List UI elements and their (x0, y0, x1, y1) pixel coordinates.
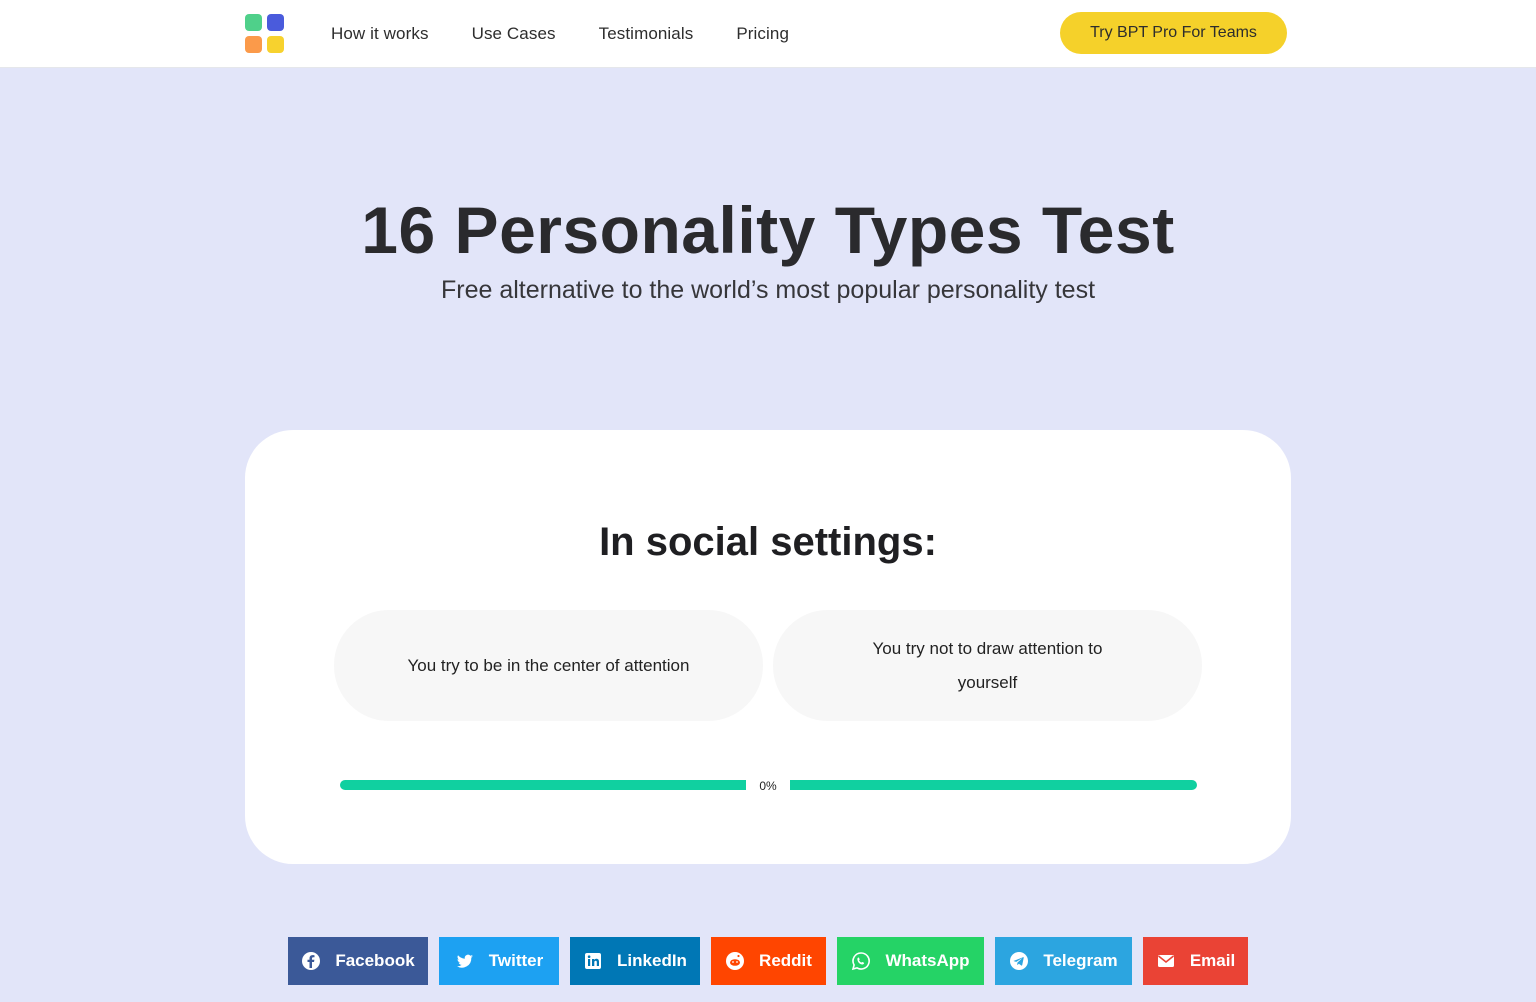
answer-option-b[interactable]: You try not to draw attention to yoursel… (773, 610, 1202, 721)
share-linkedin-label: LinkedIn (617, 951, 687, 970)
share-reddit-button[interactable]: Reddit (711, 937, 826, 985)
whatsapp-icon (851, 951, 871, 971)
share-facebook-button[interactable]: Facebook (288, 937, 428, 985)
nav-use-cases[interactable]: Use Cases (472, 24, 556, 44)
reddit-icon (725, 951, 745, 971)
progress-label: 0% (746, 777, 790, 795)
nav-testimonials[interactable]: Testimonials (599, 24, 694, 44)
share-facebook-label: Facebook (335, 951, 415, 970)
question-text: In social settings: (599, 520, 937, 564)
main-nav: How it works Use Cases Testimonials Pric… (331, 0, 832, 68)
share-telegram-button[interactable]: Telegram (995, 937, 1132, 985)
nav-pricing[interactable]: Pricing (736, 24, 789, 44)
share-whatsapp-button[interactable]: WhatsApp (837, 937, 984, 985)
share-twitter-label: Twitter (488, 951, 544, 970)
share-reddit-label: Reddit (759, 951, 812, 970)
answer-option-a[interactable]: You try to be in the center of attention (334, 610, 763, 721)
share-linkedin-button[interactable]: LinkedIn (570, 937, 700, 985)
try-pro-button[interactable]: Try BPT Pro For Teams (1060, 12, 1287, 54)
page-title: 16 Personality Types Test (361, 193, 1175, 267)
linkedin-icon (583, 951, 603, 971)
share-whatsapp-label: WhatsApp (885, 951, 970, 970)
site-header: How it works Use Cases Testimonials Pric… (0, 0, 1536, 68)
share-twitter-button[interactable]: Twitter (439, 937, 559, 985)
share-email-button[interactable]: Email (1143, 937, 1248, 985)
twitter-icon (455, 951, 475, 971)
share-telegram-label: Telegram (1043, 951, 1118, 970)
facebook-icon (301, 951, 321, 971)
email-icon (1156, 951, 1176, 971)
four-squares-logo-icon[interactable] (245, 14, 284, 53)
telegram-icon (1009, 951, 1029, 971)
nav-how-it-works[interactable]: How it works (331, 24, 429, 44)
share-email-label: Email (1189, 951, 1236, 970)
page-subtitle: Free alternative to the world’s most pop… (440, 276, 1096, 304)
